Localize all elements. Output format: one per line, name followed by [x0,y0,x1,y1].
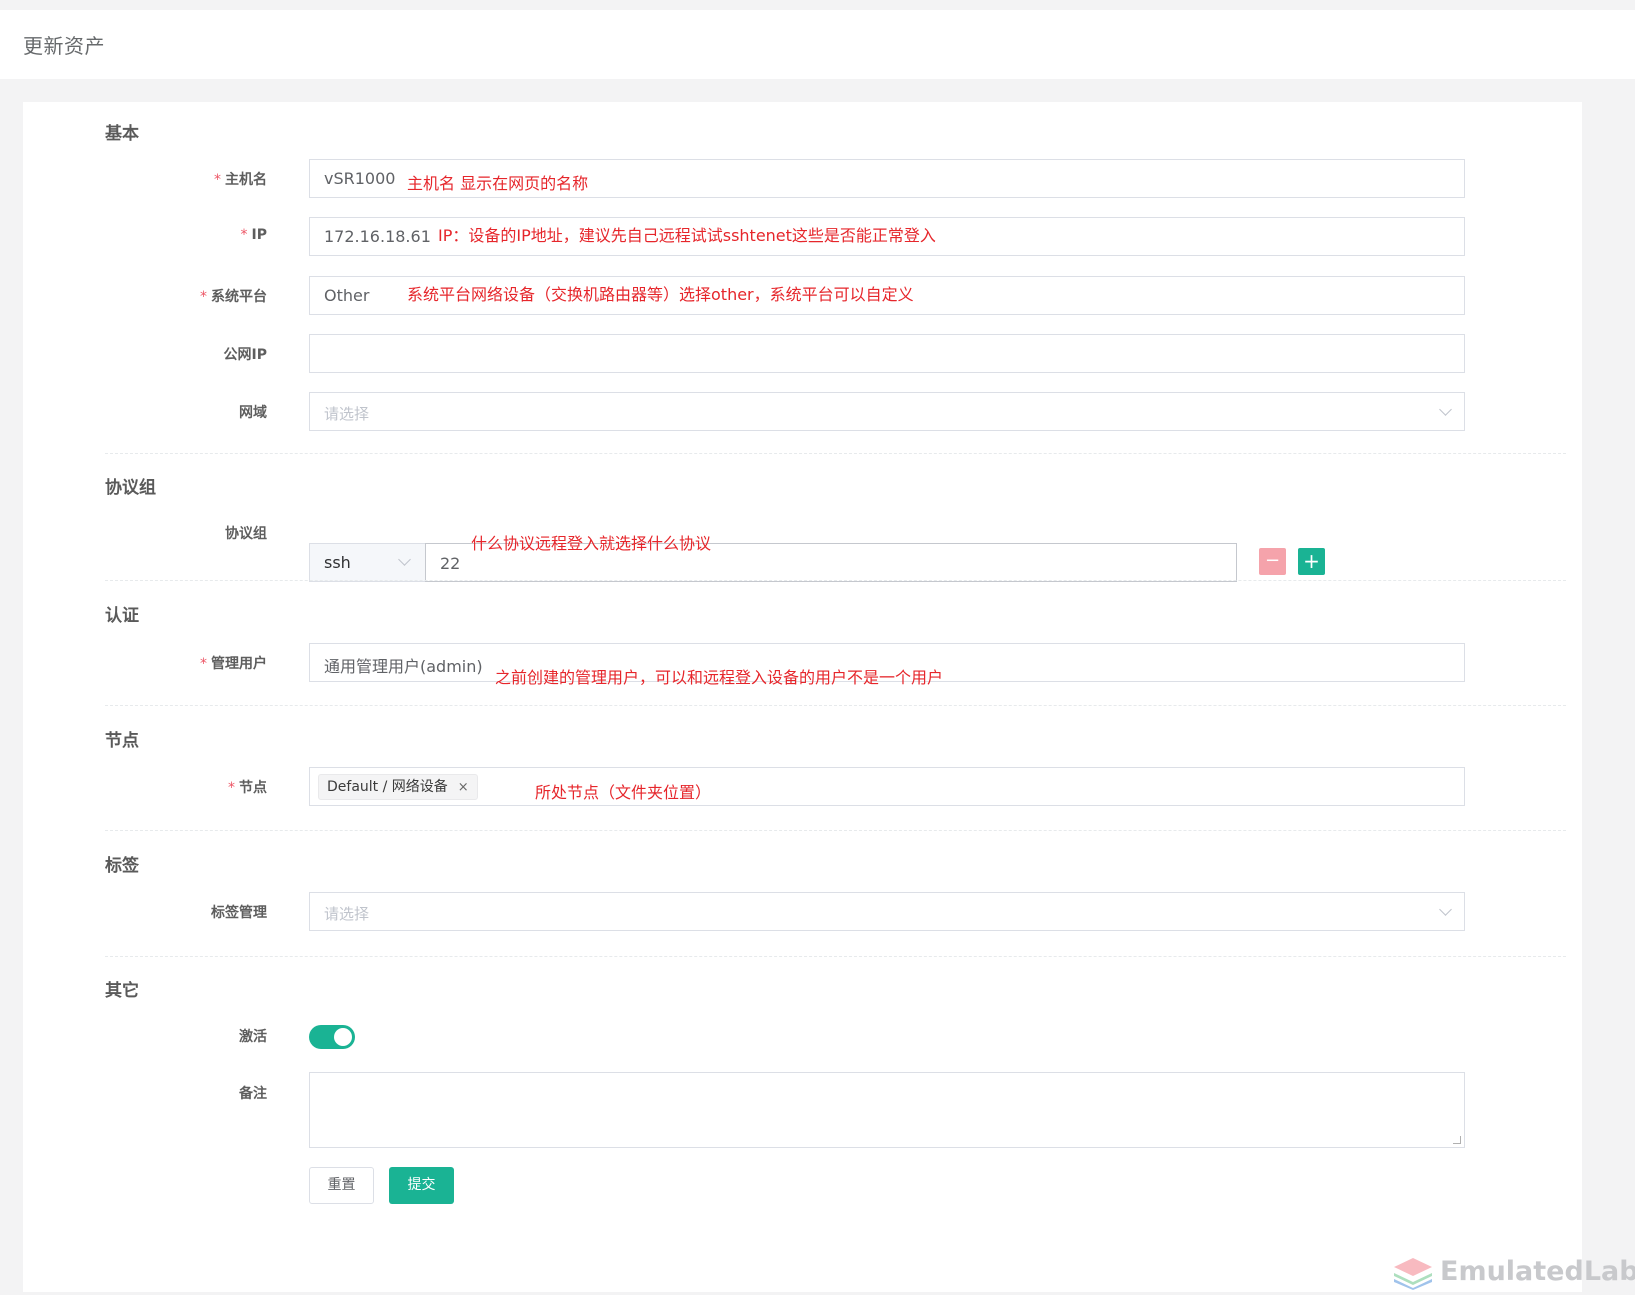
section-divider [105,453,1566,454]
section-divider [105,580,1566,581]
chevron-down-icon [398,553,411,566]
close-icon[interactable]: × [458,780,469,795]
watermark-text: EmulatedLab [1440,1256,1635,1287]
public-ip-input[interactable] [309,334,1465,373]
domain-select[interactable]: 请选择 [309,392,1465,431]
chevron-down-icon [1439,903,1452,916]
protocol-select[interactable]: ssh [309,543,426,582]
required-mark: * [214,172,221,188]
chevron-down-icon [1439,403,1452,416]
page-header: 更新资产 [0,10,1635,79]
top-strip [0,0,1635,10]
platform-label-text: 系统平台 [211,289,267,305]
node-tag-label: Default / 网络设备 [327,779,448,795]
section-divider [105,830,1566,831]
labels-label: 标签管理 [211,905,267,921]
protocols-annotation: 什么协议远程登入就选择什么协议 [471,534,712,553]
required-mark: * [200,289,207,305]
section-basic-title: 基本 [105,124,139,144]
active-toggle[interactable] [309,1025,355,1049]
required-mark: * [200,656,207,672]
ip-value: 172.16.18.61 [324,227,431,246]
domain-label: 网域 [239,405,267,421]
comment-textarea[interactable] [309,1072,1465,1148]
page-title: 更新资产 [23,34,105,58]
platform-value: Other [324,286,370,305]
platform-annotation: 系统平台网络设备（交换机路由器等）选择other，系统平台可以自定义 [407,285,914,304]
submit-button[interactable]: 提交 [389,1167,454,1204]
nodes-annotation: 所处节点（文件夹位置） [535,783,712,802]
required-mark: * [228,780,235,796]
add-protocol-button[interactable]: + [1298,548,1325,575]
admin-user-label: * 管理用户 [23,653,267,673]
ip-annotation: IP：设备的IP地址，建议先自己远程试试sshtenet这些是否能正常登入 [438,226,936,245]
section-auth-title: 认证 [105,606,139,626]
port-value: 22 [440,554,461,573]
labels-placeholder: 请选择 [324,905,370,923]
nodes-label: * 节点 [23,777,267,797]
toggle-knob [334,1028,352,1046]
labels-select[interactable]: 请选择 [309,892,1465,931]
remove-protocol-button[interactable]: − [1259,548,1286,575]
protocols-label: 协议组 [225,526,267,542]
hostname-value: vSR1000 [324,169,396,188]
platform-label: * 系统平台 [23,286,267,306]
admin-user-value: 通用管理用户(admin) [324,657,483,676]
resize-handle-icon[interactable] [1453,1136,1461,1144]
ip-label-text: IP [251,227,267,243]
hostname-label-text: 主机名 [225,172,267,188]
active-label: 激活 [239,1029,267,1045]
section-labels-title: 标签 [105,856,139,876]
required-mark: * [240,227,248,243]
section-nodes-title: 节点 [105,731,139,751]
nodes-label-text: 节点 [239,780,267,796]
layers-logo-icon [1394,1258,1432,1290]
section-divider [105,705,1566,706]
reset-button[interactable]: 重置 [309,1167,374,1204]
admin-user-label-text: 管理用户 [211,656,267,672]
node-tag: Default / 网络设备 × [318,774,478,800]
section-other-title: 其它 [105,981,139,1001]
comment-label: 备注 [239,1086,267,1102]
section-divider [105,956,1566,957]
hostname-label: * 主机名 [23,169,267,189]
admin-user-annotation: 之前创建的管理用户，可以和远程登入设备的用户不是一个用户 [495,668,944,687]
hostname-annotation: 主机名 显示在网页的名称 [407,174,589,193]
domain-placeholder: 请选择 [324,405,370,423]
nodes-select[interactable]: Default / 网络设备 × [309,767,1465,806]
ip-label: * IP [23,227,267,243]
protocol-value: ssh [324,553,351,572]
section-protocols-title: 协议组 [105,478,156,498]
public-ip-label: 公网IP [223,347,267,363]
